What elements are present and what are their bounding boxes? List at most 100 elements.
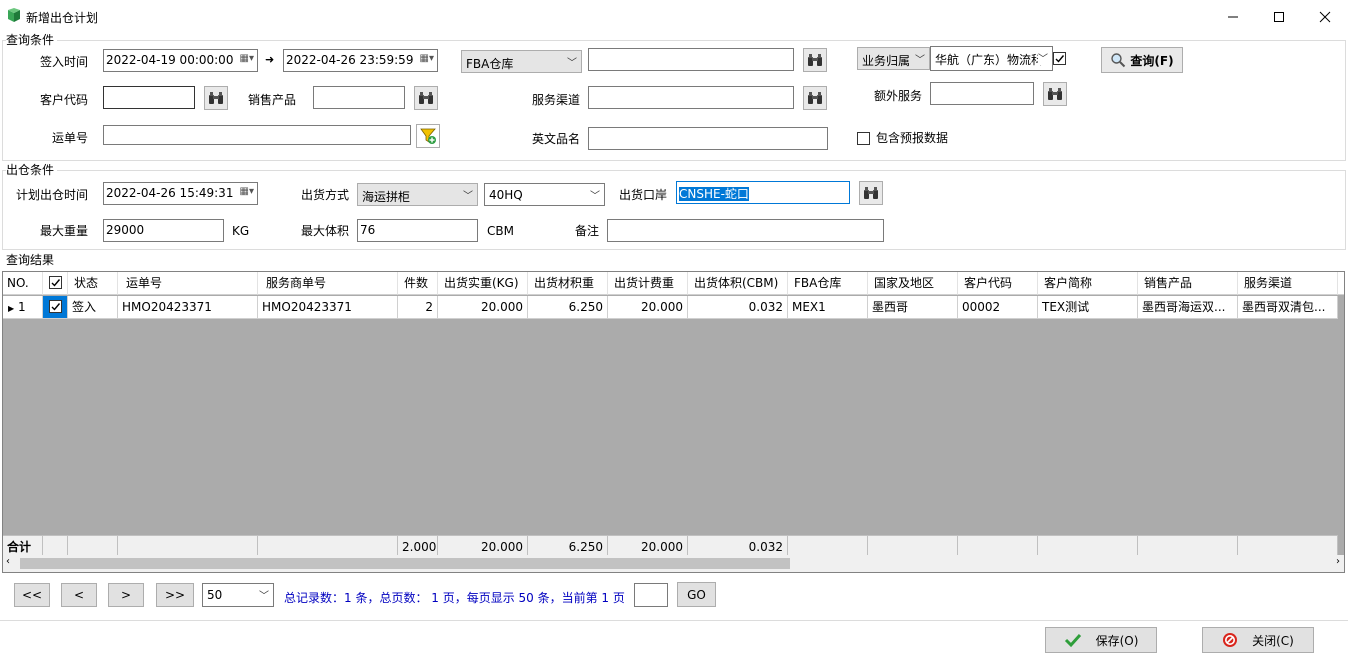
column-header[interactable]: 国家及地区: [868, 272, 958, 295]
sales-product-search-button[interactable]: [414, 86, 438, 110]
extra-service-input[interactable]: [930, 82, 1034, 105]
binoculars-icon: [864, 187, 878, 199]
sales-product-cell[interactable]: 墨西哥海运双...: [1138, 296, 1238, 319]
page-number-input[interactable]: [634, 583, 668, 607]
waybill-cell[interactable]: HMO20423371: [118, 296, 258, 319]
prev-page-button[interactable]: <: [61, 583, 97, 607]
fba-cell[interactable]: MEX1: [788, 296, 868, 319]
provider-no-cell[interactable]: HMO20423371: [258, 296, 398, 319]
biz-owner-checkbox[interactable]: [1053, 52, 1066, 65]
port-search-button[interactable]: [859, 181, 883, 205]
column-header[interactable]: 运单号: [118, 272, 258, 295]
calendar-dropdown-icon[interactable]: ▦▾: [420, 53, 434, 64]
charge-weight-cell[interactable]: 20.000: [608, 296, 688, 319]
country-cell[interactable]: 墨西哥: [868, 296, 958, 319]
first-page-button[interactable]: <<: [14, 583, 50, 607]
binoculars-icon: [808, 54, 822, 66]
column-header[interactable]: NO.: [3, 272, 43, 295]
customer-name-cell[interactable]: TEX测试: [1038, 296, 1138, 319]
save-button[interactable]: 保存(O): [1045, 627, 1157, 653]
go-button[interactable]: GO: [677, 582, 716, 607]
column-header[interactable]: 服务渠道: [1238, 272, 1338, 295]
checkmark-icon: [51, 303, 61, 311]
signin-to-picker[interactable]: 2022-04-26 23:59:59 ▦▾: [283, 49, 438, 72]
ship-method-select[interactable]: 海运拼柜 ﹀: [357, 183, 478, 206]
service-channel-search-button[interactable]: [803, 86, 827, 110]
waybill-input[interactable]: [103, 125, 411, 145]
volume-unit: CBM: [487, 224, 514, 238]
actual-weight-cell[interactable]: 20.000: [438, 296, 528, 319]
channel-cell[interactable]: 墨西哥双清包...: [1238, 296, 1338, 319]
search-button-label: 查询(F): [1130, 53, 1174, 68]
customer-code-label: 客户代码: [40, 93, 89, 107]
column-header[interactable]: 客户简称: [1038, 272, 1138, 295]
page-size-value: 50: [207, 588, 223, 602]
last-page-button[interactable]: >>: [156, 583, 194, 607]
column-header[interactable]: 客户代码: [958, 272, 1038, 295]
column-header[interactable]: 出货体积(CBM): [688, 272, 788, 295]
close-button[interactable]: 关闭(C): [1202, 627, 1314, 653]
pieces-cell[interactable]: 2: [398, 296, 438, 319]
status-cell[interactable]: 签入: [68, 296, 118, 319]
maximize-button[interactable]: [1256, 0, 1302, 33]
calendar-dropdown-icon[interactable]: ▦▾: [240, 186, 254, 197]
row-number: 1: [17, 300, 26, 314]
remark-input[interactable]: [607, 219, 884, 242]
search-button[interactable]: 查询(F): [1101, 47, 1183, 73]
row-checkbox[interactable]: [49, 300, 62, 313]
select-all-header[interactable]: [43, 272, 68, 295]
column-header[interactable]: 件数: [398, 272, 438, 295]
warehouse-input[interactable]: [588, 48, 794, 71]
max-weight-input[interactable]: 29000: [103, 219, 224, 242]
table-row[interactable]: ▶ 1 签入 HMO20423371 HMO20423371 2 20.000 …: [3, 296, 1338, 319]
row-number-cell[interactable]: ▶ 1: [3, 296, 43, 319]
calendar-dropdown-icon[interactable]: ▦▾: [240, 53, 254, 64]
max-volume-input[interactable]: 76: [357, 219, 478, 242]
select-all-checkbox[interactable]: [49, 276, 62, 289]
column-header[interactable]: 服务商单号: [258, 272, 398, 295]
service-channel-label: 服务渠道: [532, 93, 581, 107]
plan-time-picker[interactable]: 2022-04-26 15:49:31 ▦▾: [103, 182, 258, 205]
customer-code-cell[interactable]: 00002: [958, 296, 1038, 319]
sales-product-label: 销售产品: [248, 93, 297, 107]
close-window-button[interactable]: [1302, 0, 1348, 33]
page-size-select[interactable]: 50 ﹀: [202, 583, 274, 607]
title-bar: 新增出仓计划: [0, 0, 1348, 33]
chevron-down-icon: ﹀: [567, 58, 577, 69]
scroll-right-icon[interactable]: ›: [1336, 556, 1340, 567]
extra-service-search-button[interactable]: [1043, 82, 1067, 106]
port-input[interactable]: CNSHE-蛇口: [676, 181, 850, 204]
range-arrow-icon: ➜: [265, 53, 275, 66]
english-name-input[interactable]: [588, 127, 828, 150]
customer-code-search-button[interactable]: [204, 86, 228, 110]
plan-time-value: 2022-04-26 15:49:31: [106, 186, 234, 200]
row-select-cell[interactable]: [43, 296, 68, 319]
customer-code-input[interactable]: [103, 86, 195, 109]
horizontal-scrollbar[interactable]: ‹ ›: [3, 555, 1344, 572]
vol-weight-cell[interactable]: 6.250: [528, 296, 608, 319]
column-header[interactable]: 销售产品: [1138, 272, 1238, 295]
binoculars-icon: [209, 92, 223, 104]
signin-from-picker[interactable]: 2022-04-19 00:00:00 ▦▾: [103, 49, 258, 72]
scroll-left-icon[interactable]: ‹: [6, 556, 10, 567]
column-header[interactable]: 状态: [68, 272, 118, 295]
warehouse-search-button[interactable]: [803, 48, 827, 72]
column-header[interactable]: 出货计费重: [608, 272, 688, 295]
volume-cell[interactable]: 0.032: [688, 296, 788, 319]
scrollbar-thumb[interactable]: [20, 558, 790, 569]
waybill-filter-button[interactable]: [416, 124, 440, 148]
biz-owner-select[interactable]: 业务归属 ﹀: [857, 47, 930, 70]
magnifier-icon: [1111, 53, 1126, 68]
sales-product-input[interactable]: [313, 86, 405, 109]
warehouse-type-select[interactable]: FBA仓库 ﹀: [461, 50, 582, 73]
column-header[interactable]: 出货实重(KG): [438, 272, 528, 295]
next-page-button[interactable]: >: [108, 583, 144, 607]
column-header[interactable]: 出货材积重: [528, 272, 608, 295]
include-prereport-checkbox[interactable]: [857, 132, 870, 145]
checkmark-icon: [51, 279, 61, 287]
biz-owner-value-select[interactable]: 华航（广东）物流科 ﹀: [930, 46, 1053, 71]
column-header[interactable]: FBA仓库: [788, 272, 868, 295]
container-type-select[interactable]: 40HQ ﹀: [484, 183, 605, 206]
service-channel-input[interactable]: [588, 86, 794, 109]
minimize-button[interactable]: [1210, 0, 1256, 33]
